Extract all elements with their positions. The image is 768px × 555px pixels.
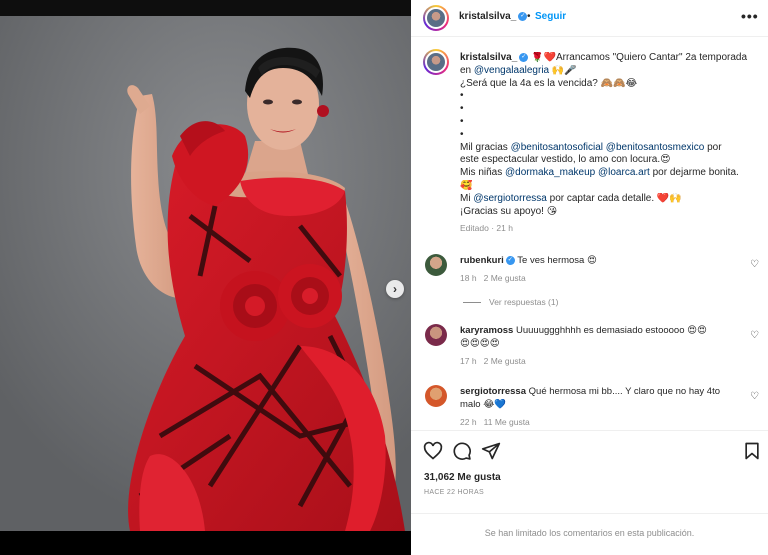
comment-likes[interactable]: 2 Me gusta bbox=[484, 273, 526, 283]
comment-like-heart-icon[interactable]: ♡ bbox=[750, 391, 759, 402]
comment-username[interactable]: karyramoss bbox=[460, 325, 513, 336]
follow-button[interactable]: Seguir bbox=[535, 11, 566, 22]
comment-like-heart-icon[interactable]: ♡ bbox=[750, 259, 759, 270]
comment-like-heart-icon[interactable]: ♡ bbox=[750, 330, 759, 341]
caption-bullet: • bbox=[460, 90, 464, 102]
comment-meta: 17 h 2 Me gusta bbox=[460, 356, 526, 366]
comments-section[interactable]: kristalsilva_ ✓ 🌹❤️Arrancamos "Quiero Can… bbox=[411, 38, 768, 430]
send-icon[interactable] bbox=[481, 441, 501, 461]
post-side-panel: kristalsilva_ ✓ • Seguir ••• kristalsilva… bbox=[411, 0, 768, 555]
caption-line-7: 🥰 bbox=[460, 179, 473, 191]
comment-likes[interactable]: 11 Me gusta bbox=[484, 417, 530, 427]
next-slide-button[interactable]: › bbox=[386, 280, 404, 298]
comment-time: 17 h bbox=[460, 356, 477, 366]
comment-username[interactable]: sergiotorressa bbox=[460, 386, 526, 397]
media-bottom-bar bbox=[0, 531, 411, 555]
caption-text: por bbox=[704, 141, 722, 153]
caption-author-avatar[interactable] bbox=[423, 49, 449, 75]
mention-link[interactable]: @vengalaalegria bbox=[474, 65, 549, 76]
post-media[interactable]: › bbox=[0, 16, 411, 531]
more-options-icon[interactable]: ••• bbox=[741, 8, 759, 24]
comment-time: 18 h bbox=[460, 273, 477, 283]
caption-line-3: ¿Será que la 4a es la vencida? 🙈🙈😂 bbox=[460, 77, 638, 89]
comment-text: Uuuuuggghhhh es demasiado estooooo 😍😍 bbox=[513, 325, 707, 336]
commenter-avatar[interactable] bbox=[425, 324, 447, 346]
verified-badge-icon: ✓ bbox=[505, 255, 515, 265]
comment-icon[interactable] bbox=[452, 441, 472, 461]
post-actions: 31,062 Me gusta HACE 22 HORAS bbox=[411, 430, 768, 504]
caption-bullet: • bbox=[460, 103, 464, 115]
comment-text-2: 😍😍😍😍 bbox=[460, 337, 500, 349]
caption-text: en bbox=[460, 64, 474, 76]
comment-item: karyramoss Uuuuuggghhhh es demasiado est… bbox=[460, 325, 745, 350]
comment-item: sergiotorressa Qué hermosa mi bb.... Y c… bbox=[460, 386, 745, 411]
bookmark-icon[interactable] bbox=[742, 441, 762, 461]
author-username[interactable]: kristalsilva_ ✓ bbox=[459, 11, 528, 22]
post-header: kristalsilva_ ✓ • Seguir ••• bbox=[411, 0, 768, 37]
comments-limited-notice: Se han limitado los comentarios en esta … bbox=[411, 513, 768, 555]
caption-text: por captar cada detalle. ❤️🙌 bbox=[546, 192, 682, 204]
verified-badge-icon: ✓ bbox=[518, 11, 528, 21]
post-timestamp[interactable]: HACE 22 HORAS bbox=[424, 489, 484, 496]
comment-text: Te ves hermosa 😍 bbox=[514, 255, 597, 266]
replies-line bbox=[463, 301, 481, 303]
caption-line-5: este espectacular vestido, lo amo con lo… bbox=[460, 154, 671, 166]
comment-item: rubenkuri ✓ Te ves hermosa 😍 bbox=[460, 255, 745, 268]
comment-meta: 22 h 11 Me gusta bbox=[460, 417, 530, 427]
caption-text: por dejarme bonita. bbox=[649, 167, 739, 179]
verified-badge-icon: ✓ bbox=[519, 52, 529, 62]
view-replies-label[interactable]: Ver respuestas (1) bbox=[489, 297, 558, 307]
author-username-text[interactable]: kristalsilva_ bbox=[459, 11, 516, 22]
caption-bullet: • bbox=[460, 128, 464, 140]
caption-text: 🙌🎤 bbox=[549, 64, 577, 76]
instagram-post-frame: › kristalsilva_ ✓ • Seguir ••• kristalsil… bbox=[0, 0, 768, 555]
separator-dot: • bbox=[527, 11, 531, 22]
caption-line-9: ¡Gracias su apoyo! 😘 bbox=[460, 205, 558, 217]
comment-meta: 18 h 2 Me gusta bbox=[460, 273, 526, 283]
view-replies-button[interactable]: Ver respuestas (1) bbox=[463, 297, 558, 307]
heart-icon[interactable] bbox=[423, 441, 443, 461]
caption-meta: Editado · 21 h bbox=[460, 223, 513, 234]
post-caption: kristalsilva_ ✓ 🌹❤️Arrancamos "Quiero Can… bbox=[460, 52, 755, 235]
mention-link[interactable]: @loarca.art bbox=[598, 167, 650, 178]
caption-line-1: 🌹❤️Arrancamos "Quiero Cantar" 2a tempora… bbox=[528, 52, 748, 63]
comment-text-2: malo 😂💙 bbox=[460, 398, 507, 410]
caption-text: Mil gracias bbox=[460, 141, 511, 153]
likes-count[interactable]: 31,062 Me gusta bbox=[424, 472, 501, 483]
mention-link[interactable]: @benitosantosoficial bbox=[511, 142, 603, 153]
comment-text: Qué hermosa mi bb.... Y claro que no hay… bbox=[526, 386, 721, 397]
post-photo bbox=[0, 16, 411, 531]
mention-link[interactable]: @sergiotorressa bbox=[473, 193, 547, 204]
comment-likes[interactable]: 2 Me gusta bbox=[484, 356, 526, 366]
commenter-avatar[interactable] bbox=[425, 385, 447, 407]
mention-link[interactable]: @benitosantosmexico bbox=[606, 142, 705, 153]
comment-time: 22 h bbox=[460, 417, 477, 427]
caption-username[interactable]: kristalsilva_ bbox=[460, 52, 517, 63]
caption-text: Mis niñas bbox=[460, 167, 506, 179]
caption-bullet: • bbox=[460, 115, 464, 127]
chevron-right-icon: › bbox=[393, 282, 397, 296]
comment-username[interactable]: rubenkuri bbox=[460, 255, 504, 266]
mention-link[interactable]: @dormaka_makeup bbox=[505, 167, 595, 178]
caption-text: Mi bbox=[460, 192, 474, 204]
author-avatar[interactable] bbox=[423, 5, 449, 31]
commenter-avatar[interactable] bbox=[425, 254, 447, 276]
